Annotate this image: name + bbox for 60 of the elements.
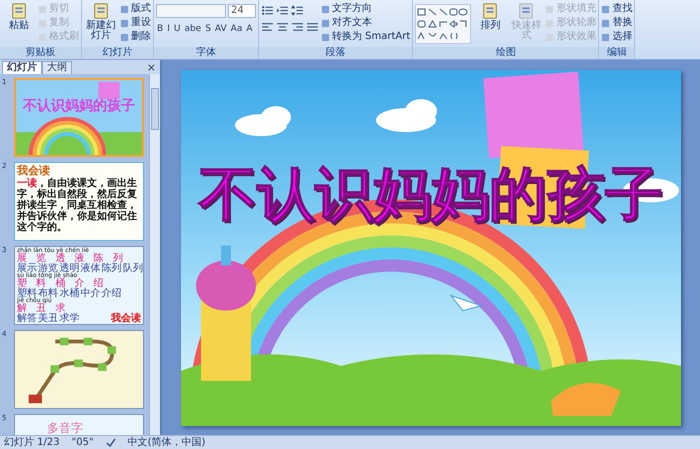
language-text: 中文(简体，中国) xyxy=(128,436,206,448)
slide-title: 不认识妈妈的孩子 xyxy=(23,97,135,115)
document-icon xyxy=(517,2,536,20)
slide-text-line: 展示 游览 透明 液体 陈列 队列 xyxy=(17,264,141,273)
panel-tab[interactable]: 幻灯片 xyxy=(2,61,42,74)
format-button[interactable]: U xyxy=(172,22,182,36)
format-button[interactable]: abe xyxy=(183,22,202,36)
spell-check-icon[interactable] xyxy=(106,438,116,448)
shapes-gallery-drawing[interactable] xyxy=(415,4,472,44)
document-icon xyxy=(92,2,110,20)
align-center-icon[interactable] xyxy=(276,21,289,34)
slide-heading: 我会读 xyxy=(17,164,51,178)
justify-icon[interactable] xyxy=(306,21,319,34)
format-button[interactable]: I xyxy=(166,22,171,36)
font-name-field[interactable] xyxy=(156,4,226,18)
format-button[interactable]: B xyxy=(156,22,164,36)
format-button[interactable]: Aa xyxy=(230,22,244,36)
slide-heading: 多音字 xyxy=(47,420,84,435)
slide-text-line: 解 丑 求 xyxy=(17,304,66,314)
close-button[interactable]: × xyxy=(142,62,160,74)
group-label: 字体 xyxy=(154,47,258,59)
ribbon-button[interactable]: 排列 xyxy=(473,2,508,44)
slide-text-line: 塑料 布料 水桶 中介 介绍 xyxy=(17,288,123,298)
scrollbar[interactable] xyxy=(149,74,160,435)
group-label: 编辑 xyxy=(599,47,634,59)
slide-stamp-text: 我会读 xyxy=(111,314,141,324)
ribbon-button[interactable]: 查找 xyxy=(601,2,632,16)
group-label: 幻灯片 xyxy=(82,47,153,59)
ribbon-button[interactable]: 对齐文本 xyxy=(321,16,410,30)
bullet-list-icon[interactable] xyxy=(261,4,274,17)
ribbon-button[interactable]: 替换 xyxy=(601,16,632,30)
ribbon-button[interactable]: 版式 xyxy=(120,2,151,16)
slide-text-line: 解答 美丑 求学 xyxy=(17,314,80,324)
ribbon-button[interactable]: 选择 xyxy=(601,30,632,44)
slide-text: 一读，自由读课文，画出生字，标出自然段，然后反复拼读生字，同桌互相检查，并告诉伙伴，你是如何记住这个字的。 xyxy=(17,178,138,233)
align-right-icon[interactable] xyxy=(291,21,304,34)
document-icon xyxy=(481,2,500,20)
panel-tab[interactable]: 大纲 xyxy=(42,61,72,74)
slide-position-text: 幻灯片 1/23 xyxy=(4,436,60,448)
indent-icon[interactable] xyxy=(276,4,289,17)
format-button[interactable]: AV xyxy=(214,22,228,36)
ribbon-button[interactable]: 粘贴 xyxy=(2,2,36,44)
format-button[interactable]: S xyxy=(204,22,212,36)
group-label: 剪贴板 xyxy=(0,47,81,59)
ribbon-button[interactable]: 文字方向 xyxy=(321,2,410,16)
ribbon-button[interactable]: 转换为 SmartArt xyxy=(321,30,410,44)
document-icon xyxy=(10,2,28,20)
align-left-icon[interactable] xyxy=(261,21,274,34)
ribbon-button[interactable]: 新建幻灯片 xyxy=(84,2,118,44)
ribbon-button[interactable]: 重设 xyxy=(120,16,151,30)
group-label: 段落 xyxy=(259,47,412,59)
slide-text-line: 展 览 透 液 陈 列 xyxy=(17,254,124,264)
line-spacing-icon[interactable] xyxy=(291,4,304,17)
ribbon-button[interactable]: 删除 xyxy=(120,30,151,44)
format-button[interactable]: A xyxy=(245,22,254,36)
font-size-field[interactable]: 24 xyxy=(228,4,256,18)
group-label: 绘图 xyxy=(413,47,598,59)
slide-text-line: 塑 料 桶 介 绍 xyxy=(17,279,104,288)
slide-thumbnail[interactable]: 我会读 一读，自由读课文，画出生字，标出自然段，然后反复拼读生字，同桌互相检查，并告诉伙伴，你是如何记住这个字的。 xyxy=(14,162,144,241)
theme-name-text: "05" xyxy=(72,436,94,448)
